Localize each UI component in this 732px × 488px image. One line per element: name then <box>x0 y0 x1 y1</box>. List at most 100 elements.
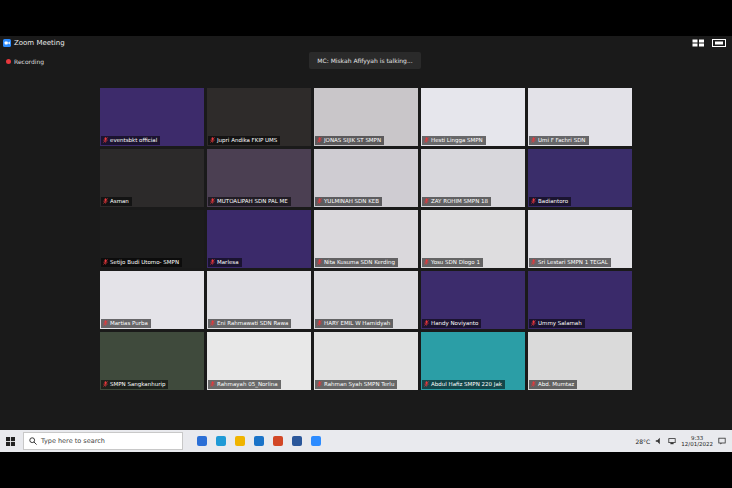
recording-indicator[interactable]: Recording <box>6 58 44 65</box>
muted-mic-icon <box>317 198 322 204</box>
participant-name-tag: Ummy Salamah <box>529 319 585 328</box>
participant-tile[interactable]: Hesti Lingga SMPN <box>421 88 525 146</box>
participant-tile[interactable]: Rahmayah 05_Norlina <box>207 332 311 390</box>
participant-name: Yosu SDN Dlogo 1 <box>431 259 480 266</box>
title-bar: Zoom Meeting <box>0 36 732 50</box>
participant-name: Ummy Salamah <box>538 320 582 327</box>
meeting-header: Recording MC: Miskah Afifyyah is talking.… <box>0 50 732 82</box>
participant-name: Setijo Budi Utomo- SMPN <box>110 259 179 266</box>
participant-name-tag: Yosu SDN Dlogo 1 <box>422 258 483 267</box>
participant-name-tag: Sri Lestari SMPN 1 TEGAL <box>529 258 611 267</box>
participant-name-tag: eventsbkt official <box>101 136 160 145</box>
participant-tile[interactable]: MUTOALIPAH SDN PAL ME <box>207 149 311 207</box>
participant-tile[interactable]: Umi F Fachri SDN <box>528 88 632 146</box>
screen: Zoom Meeting Recording MC: Miskah Afifyyah… <box>0 0 732 488</box>
muted-mic-icon <box>317 320 322 326</box>
speaker-banner: MC: Miskah Afifyyah is talking... <box>309 52 420 69</box>
muted-mic-icon <box>210 259 215 265</box>
participant-name-tag: MUTOALIPAH SDN PAL ME <box>208 197 291 206</box>
network-icon[interactable] <box>668 437 676 445</box>
participant-name-tag: Rahman Syah SMPN Terlu <box>315 380 397 389</box>
muted-mic-icon <box>424 137 429 143</box>
fullscreen-icon[interactable] <box>712 39 726 47</box>
participant-name-tag: Eni Rahmawati SDN Rawa <box>208 319 291 328</box>
participant-name: Marlesa <box>217 259 239 266</box>
view-controls <box>692 39 726 47</box>
muted-mic-icon <box>103 137 108 143</box>
participant-name-tag: ZAY ROHIM SMPN 18 <box>422 197 491 206</box>
zoom-window: Zoom Meeting Recording MC: Miskah Afifyyah… <box>0 36 732 430</box>
participant-name-tag: Abd. Mumtaz <box>529 380 577 389</box>
participant-name: ZAY ROHIM SMPN 18 <box>431 198 488 205</box>
muted-mic-icon <box>424 320 429 326</box>
app-icon[interactable] <box>235 436 245 446</box>
muted-mic-icon <box>531 259 536 265</box>
participant-name-tag: HARY EMIL W Hamidyah <box>315 319 393 328</box>
participant-name: Abdul Hafiz SMPN 220 Jak <box>431 381 502 388</box>
participant-name: Sri Lestari SMPN 1 TEGAL <box>538 259 608 266</box>
participant-tile[interactable]: Asman <box>100 149 204 207</box>
participant-tile[interactable]: Abdul Hafiz SMPN 220 Jak <box>421 332 525 390</box>
zoom-logo-icon <box>3 39 11 47</box>
participant-tile[interactable]: HARY EMIL W Hamidyah <box>314 271 418 329</box>
app-icon[interactable] <box>216 436 226 446</box>
participant-name: Martias Purba <box>110 320 148 327</box>
participant-tile[interactable]: eventsbkt official <box>100 88 204 146</box>
muted-mic-icon <box>317 137 322 143</box>
clock-time: 9:33 <box>691 435 703 441</box>
windows-start-icon[interactable] <box>6 437 15 446</box>
participant-name: Jupri Andika FKIP UMS <box>217 137 277 144</box>
app-icon[interactable] <box>273 436 283 446</box>
participant-tile[interactable]: Eni Rahmawati SDN Rawa <box>207 271 311 329</box>
recording-dot-icon <box>6 59 11 64</box>
taskbar-search[interactable]: Type here to search <box>23 432 183 450</box>
participant-name: Hesti Lingga SMPN <box>431 137 483 144</box>
participant-tile[interactable]: YULMINAH SDN KEB <box>314 149 418 207</box>
app-icon[interactable] <box>254 436 264 446</box>
participant-tile[interactable]: Setijo Budi Utomo- SMPN <box>100 210 204 268</box>
participant-tile[interactable]: Yosu SDN Dlogo 1 <box>421 210 525 268</box>
app-icon[interactable] <box>197 436 207 446</box>
participant-tile[interactable]: Abd. Mumtaz <box>528 332 632 390</box>
participant-name-tag: Marlesa <box>208 258 242 267</box>
gallery-view-icon[interactable] <box>692 39 706 47</box>
title-group: Zoom Meeting <box>3 39 65 47</box>
participant-tile[interactable]: Nita Kusuma SDN Kerding <box>314 210 418 268</box>
muted-mic-icon <box>317 259 322 265</box>
participant-tile[interactable]: Badiantoro <box>528 149 632 207</box>
muted-mic-icon <box>531 198 536 204</box>
muted-mic-icon <box>210 137 215 143</box>
participant-name-tag: Badiantoro <box>529 197 571 206</box>
participant-tile[interactable]: Ummy Salamah <box>528 271 632 329</box>
app-icon[interactable] <box>311 436 321 446</box>
muted-mic-icon <box>210 320 215 326</box>
participant-name-tag: Asman <box>101 197 132 206</box>
notifications-icon[interactable] <box>718 437 726 445</box>
muted-mic-icon <box>103 320 108 326</box>
participant-tile[interactable]: JONAS SIJIK ST SMPN <box>314 88 418 146</box>
participant-name-tag: Rahmayah 05_Norlina <box>208 380 281 389</box>
participant-tile[interactable]: Jupri Andika FKIP UMS <box>207 88 311 146</box>
participant-tile[interactable]: Marlesa <box>207 210 311 268</box>
participant-name-tag: Jupri Andika FKIP UMS <box>208 136 280 145</box>
system-tray: 28°C 9:3312/01/2022 <box>635 435 726 448</box>
participant-tile[interactable]: Sri Lestari SMPN 1 TEGAL <box>528 210 632 268</box>
clock[interactable]: 9:3312/01/2022 <box>681 435 713 448</box>
participant-tile[interactable]: Rahman Syah SMPN Terlu <box>314 332 418 390</box>
participant-name-tag: Setijo Budi Utomo- SMPN <box>101 258 182 267</box>
window-title: Zoom Meeting <box>14 39 65 47</box>
participant-name-tag: YULMINAH SDN KEB <box>315 197 382 206</box>
volume-icon[interactable] <box>655 437 663 445</box>
participant-tile[interactable]: Martias Purba <box>100 271 204 329</box>
participant-name: SMPN Sangkanhurip <box>110 381 165 388</box>
muted-mic-icon <box>317 381 322 387</box>
participant-name: Rahmayah 05_Norlina <box>217 381 278 388</box>
weather-temperature[interactable]: 28°C <box>635 438 650 445</box>
app-icon[interactable] <box>292 436 302 446</box>
participant-tile[interactable]: SMPN Sangkanhurip <box>100 332 204 390</box>
taskbar-apps <box>191 436 627 446</box>
muted-mic-icon <box>210 198 215 204</box>
participant-tile[interactable]: Handy Noviyanto <box>421 271 525 329</box>
participant-tile[interactable]: ZAY ROHIM SMPN 18 <box>421 149 525 207</box>
participant-name-tag: Umi F Fachri SDN <box>529 136 589 145</box>
